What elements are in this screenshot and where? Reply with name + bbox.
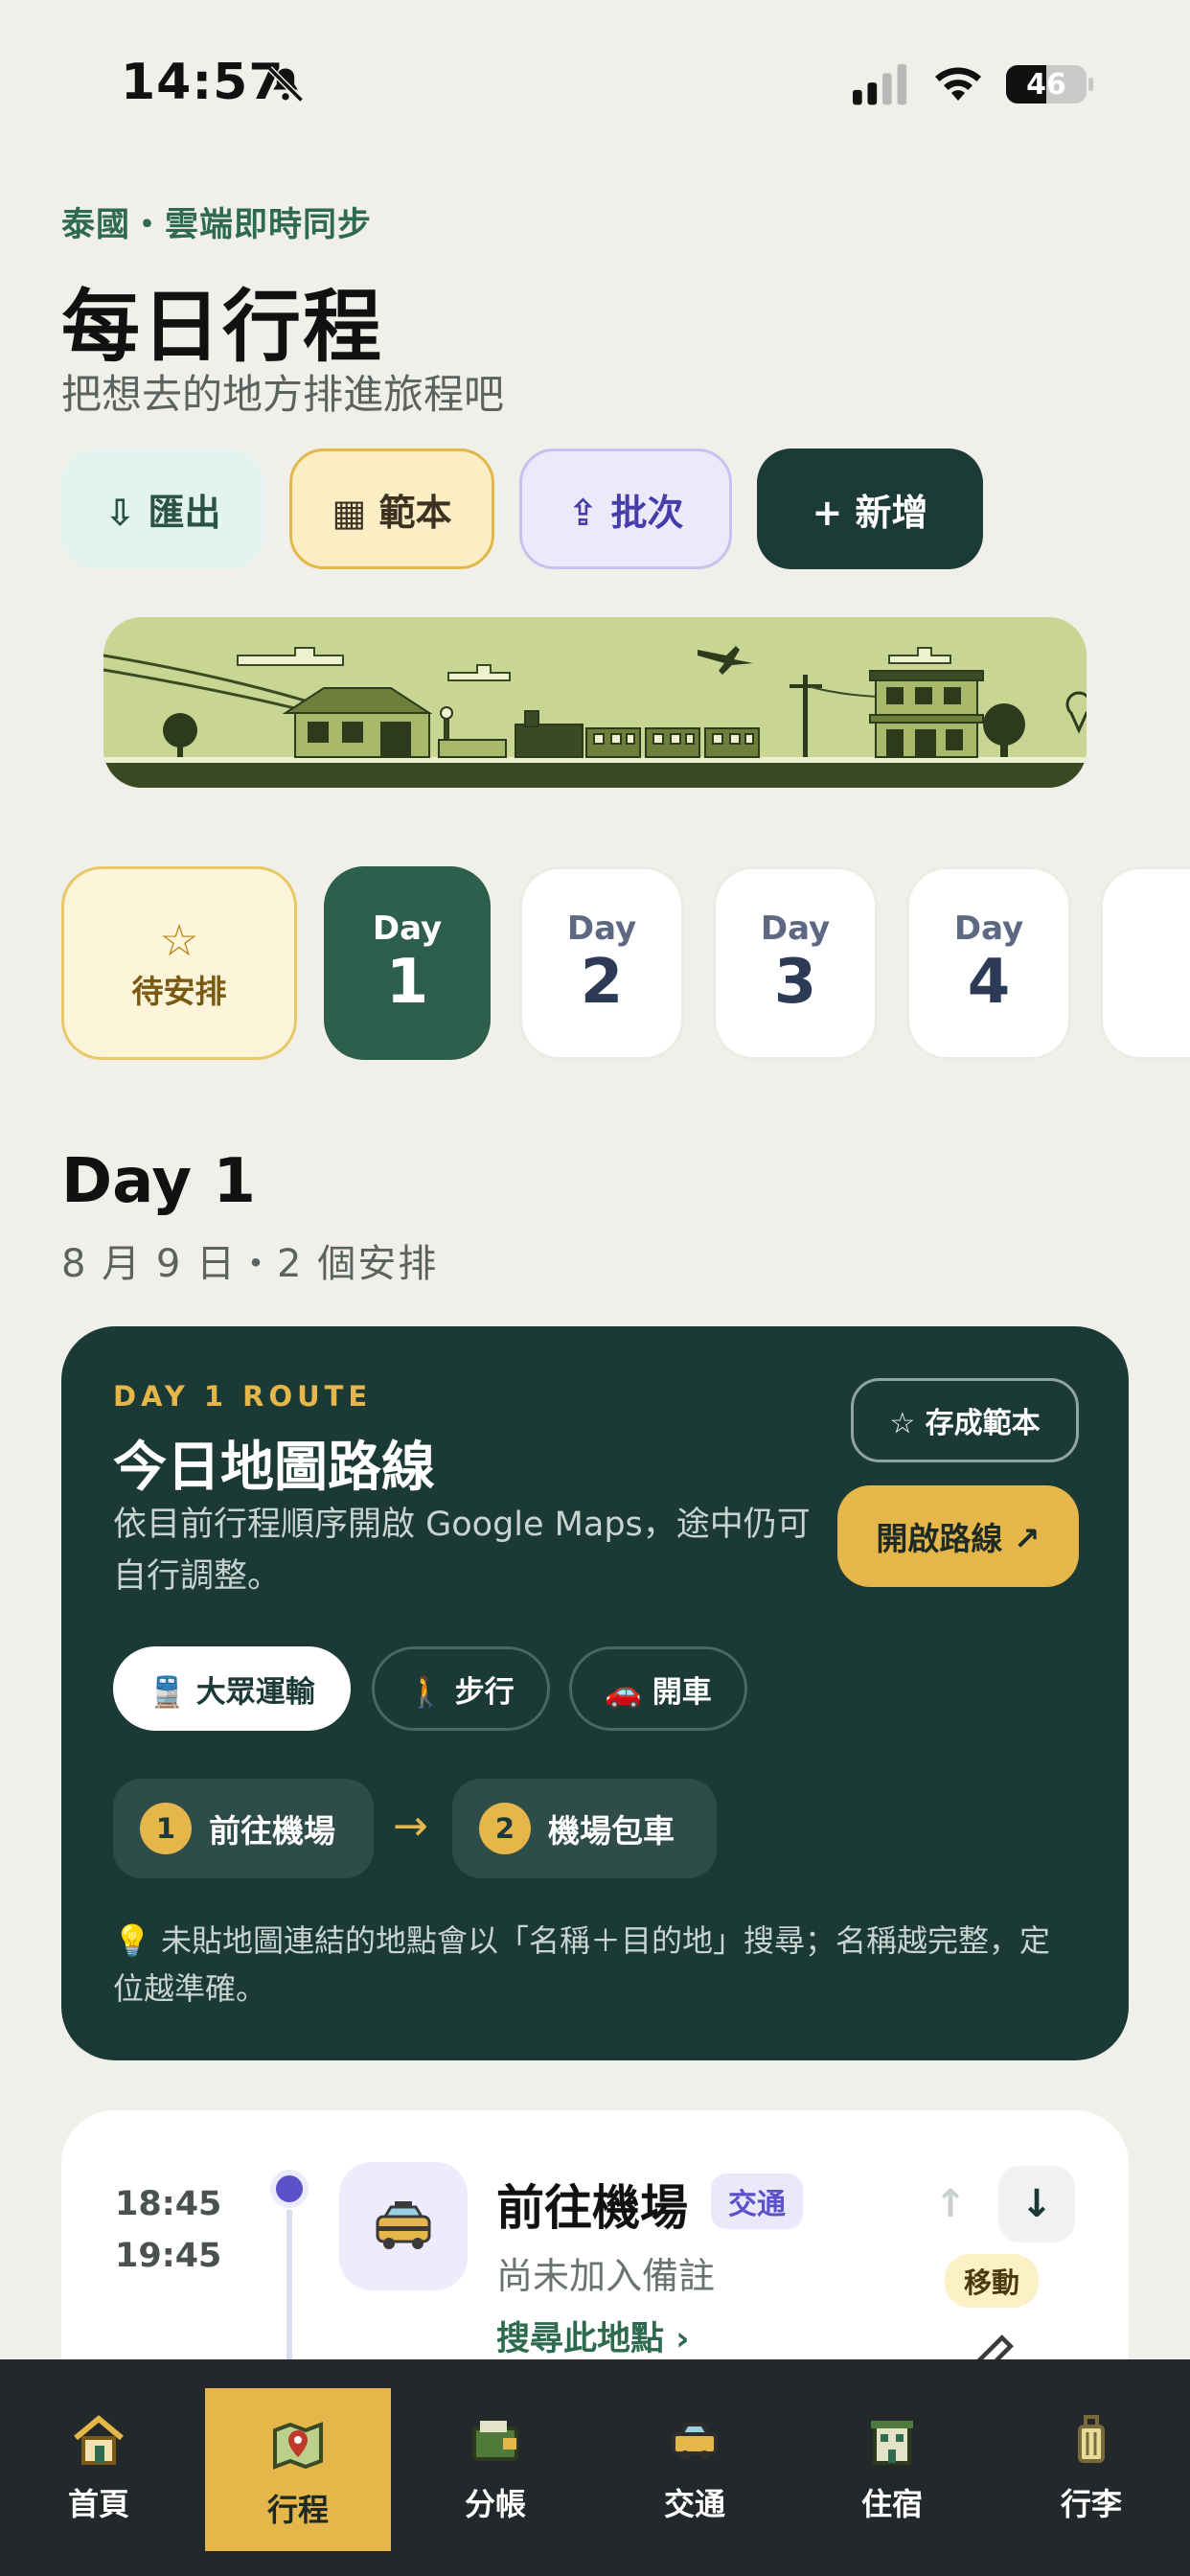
- open-route-button[interactable]: 開啟路線 ↗: [837, 1485, 1079, 1587]
- day-tab-number: 3: [773, 947, 817, 1018]
- move-up-button[interactable]: ↑: [912, 2166, 989, 2242]
- day-tab-label: Day: [760, 909, 831, 948]
- item-category-badge: 交通: [711, 2174, 803, 2229]
- taxi-icon: [339, 2162, 468, 2290]
- house-icon: [74, 2415, 124, 2465]
- nav-home-label: 首頁: [67, 2486, 129, 2522]
- train-illustration: [103, 617, 1087, 788]
- route-hint: 💡 未貼地圖連結的地點會以「名稱＋目的地」搜尋；名稱越完整，定位越準確。: [113, 1922, 1051, 2007]
- nav-transport-label: 交通: [663, 2486, 725, 2522]
- template-button[interactable]: ▦ 範本: [289, 448, 494, 569]
- stop-name: 機場包車: [548, 1812, 675, 1850]
- tab-day-1[interactable]: Day 1: [324, 866, 491, 1060]
- star-icon: ☆: [159, 914, 199, 966]
- day-tab-label: Day: [372, 909, 443, 948]
- hotel-icon: [871, 2421, 913, 2465]
- item-title: 前往機場: [496, 2180, 688, 2236]
- day-tab-number: 2: [580, 947, 624, 1018]
- nav-split-bill[interactable]: 分帳: [402, 2359, 588, 2551]
- add-button[interactable]: + 新增: [757, 448, 983, 569]
- stop-name: 前往機場: [209, 1812, 335, 1850]
- arrow-up-icon: ↑: [934, 2182, 967, 2226]
- mode-walk-button[interactable]: 🚶 步行: [372, 1646, 550, 1731]
- tab-pending-label: 待安排: [131, 973, 227, 1010]
- day-tab-label: Day: [953, 909, 1024, 948]
- item-time-end: 19:45: [115, 2237, 222, 2275]
- search-place-link[interactable]: 搜尋此地點 ›: [496, 2312, 690, 2360]
- luggage-icon: [1078, 2415, 1105, 2463]
- battery-level: 46: [1026, 67, 1066, 102]
- export-button[interactable]: ⇩ 匯出: [61, 448, 264, 569]
- batch-button[interactable]: ⇪ 批次: [519, 448, 732, 569]
- move-down-button[interactable]: ↓: [998, 2166, 1075, 2242]
- route-card: DAY 1 ROUTE 今日地圖路線 依目前行程順序開啟 Google Maps…: [61, 1326, 1129, 2060]
- wifi-icon: [935, 67, 981, 101]
- map-icon: [273, 2422, 323, 2470]
- route-title: 今日地圖路線: [113, 1437, 435, 1499]
- nav-split-label: 分帳: [464, 2486, 526, 2522]
- day-tab-label: Day: [566, 909, 637, 948]
- timeline-dot: [270, 2170, 309, 2208]
- page-subtitle: 把想去的地方排進旅程吧: [61, 371, 505, 418]
- route-stop: 1 前往機場: [113, 1779, 374, 1878]
- bell-off-icon: [267, 66, 304, 103]
- day-heading: Day 1: [61, 1146, 256, 1217]
- nav-luggage[interactable]: 行李: [998, 2359, 1184, 2551]
- route-description: 依目前行程順序開啟 Google Maps，途中仍可自行調整。: [113, 1506, 811, 1596]
- route-stop: 2 機場包車: [452, 1779, 717, 1878]
- day-meta: 8 月 9 日・2 個安排: [61, 1242, 439, 1286]
- day-tab-number: 4: [967, 947, 1011, 1018]
- wallet-icon: [472, 2421, 518, 2461]
- mode-drive-button[interactable]: 🚗 開車: [569, 1646, 747, 1731]
- route-kicker: DAY 1 ROUTE: [113, 1380, 373, 1413]
- page-title: 每日行程: [61, 282, 384, 373]
- pixel-train-banner: [103, 617, 1087, 788]
- nav-home[interactable]: 首頁: [6, 2359, 192, 2551]
- tab-day-4[interactable]: Day 4: [906, 866, 1071, 1060]
- stop-number: 2: [479, 1803, 531, 1854]
- stop-number: 1: [140, 1803, 192, 1854]
- status-time: 14:57: [121, 54, 285, 111]
- nav-accommodation[interactable]: 住宿: [799, 2359, 985, 2551]
- nav-itinerary-label: 行程: [266, 2492, 329, 2528]
- tab-pending[interactable]: ☆ 待安排: [61, 866, 297, 1060]
- nav-transport[interactable]: 交通: [602, 2359, 788, 2551]
- nav-itinerary[interactable]: 行程: [205, 2388, 391, 2551]
- item-note: 尚未加入備註: [496, 2255, 716, 2297]
- battery-icon: 46: [1006, 63, 1094, 105]
- mode-transit-button[interactable]: 🚆 大眾運輸: [113, 1646, 351, 1731]
- item-time-start: 18:45: [115, 2185, 222, 2223]
- day-tab-number: 1: [385, 947, 429, 1018]
- taxi-icon: [672, 2423, 718, 2460]
- signal-icon: [853, 63, 907, 105]
- nav-stay-label: 住宿: [860, 2486, 923, 2522]
- save-template-button[interactable]: ☆ 存成範本: [851, 1378, 1079, 1462]
- tab-day-3[interactable]: Day 3: [713, 866, 878, 1060]
- nav-luggage-label: 行李: [1060, 2486, 1122, 2522]
- bottom-tab-bar: 首頁 行程 分帳 交通 住宿 行李: [0, 2359, 1190, 2576]
- tab-day-next-partial[interactable]: [1100, 866, 1190, 1060]
- arrow-down-icon: ↓: [1020, 2182, 1053, 2226]
- tab-day-2[interactable]: Day 2: [519, 866, 684, 1060]
- trip-kicker: 泰國・雲端即時同步: [61, 206, 373, 244]
- arrow-right-icon: →: [393, 1802, 428, 1851]
- move-tag: 移動: [945, 2254, 1040, 2308]
